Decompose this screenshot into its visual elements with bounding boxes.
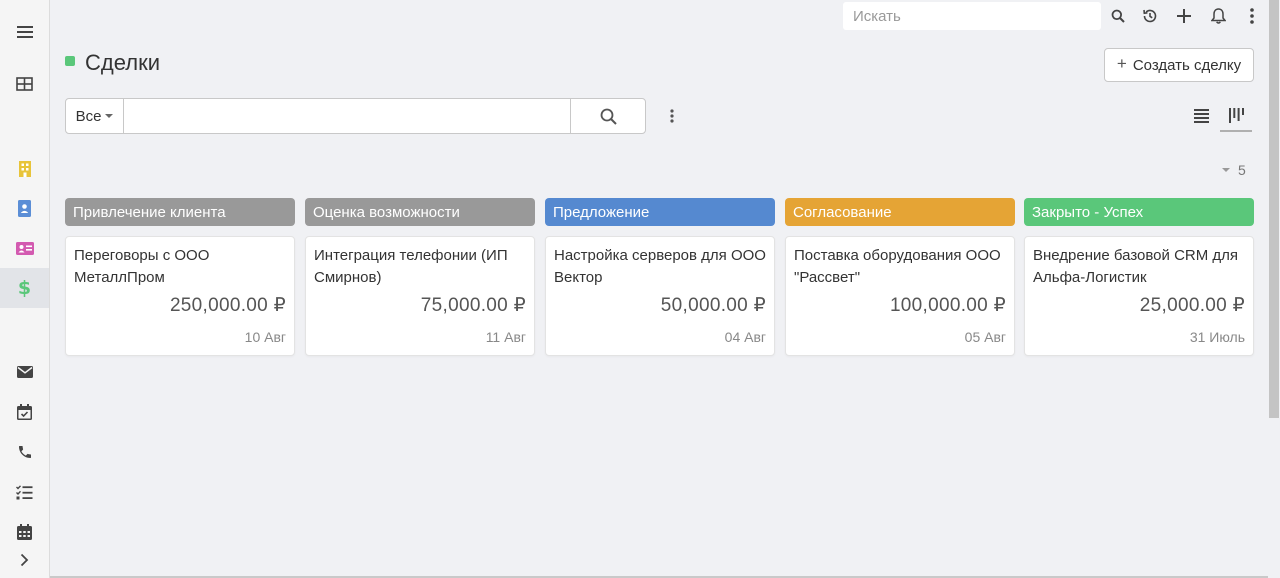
sidebar-item-tasks[interactable]	[0, 472, 49, 512]
deal-amount: 250,000.00 ₽	[169, 295, 286, 316]
create-deal-label: Создать сделку	[1132, 56, 1242, 74]
deal-date: 05 Авг	[964, 329, 1006, 345]
total-count-value: 5	[1238, 162, 1246, 178]
deal-card[interactable]: Поставка оборудования ООО "Рассвет" 100,…	[785, 236, 1015, 356]
dollar-icon: $	[17, 277, 32, 299]
deal-amount: 75,000.00 ₽	[420, 295, 526, 316]
filter-preset-value: Все	[75, 107, 102, 125]
kanban-column: Привлечение клиента Переговоры с ООО Мет…	[65, 198, 295, 356]
sidebar-item-contacts[interactable]	[0, 188, 49, 228]
deal-date: 11 Авг	[485, 329, 526, 345]
calendar-icon	[17, 524, 32, 540]
page-header: Сделки	[65, 50, 160, 76]
column-header[interactable]: Закрыто - Успех	[1024, 198, 1254, 226]
filter-actions-button[interactable]	[662, 106, 682, 126]
deal-card[interactable]: Настройка серверов для ООО Вектор 50,000…	[545, 236, 775, 356]
recently-viewed-button[interactable]	[1137, 4, 1163, 28]
envelope-icon	[16, 366, 33, 378]
total-count: 5	[1222, 162, 1246, 178]
search-icon	[600, 108, 617, 125]
kanban-column: Согласование Поставка оборудования ООО "…	[785, 198, 1015, 356]
column-header[interactable]: Предложение	[545, 198, 775, 226]
search-icon	[1111, 9, 1125, 23]
deal-title[interactable]: Интеграция телефонии (ИП Смирнов)	[314, 245, 526, 289]
create-deal-button[interactable]: + Создать сделку	[1104, 48, 1254, 82]
deal-title[interactable]: Поставка оборудования ООО "Рассвет"	[794, 245, 1006, 289]
vertical-scrollbar[interactable]	[1268, 0, 1280, 578]
tasks-icon	[16, 484, 33, 499]
chevron-right-icon	[20, 553, 29, 567]
history-icon	[1143, 9, 1157, 23]
bell-icon	[1210, 8, 1226, 24]
page-title: Сделки	[85, 50, 160, 75]
deal-title[interactable]: Внедрение базовой CRM для Альфа-Логистик	[1033, 245, 1245, 289]
sidebar-item-meetings[interactable]	[0, 392, 49, 432]
more-vertical-icon	[1250, 8, 1254, 24]
deal-card[interactable]: Переговоры с ООО МеталлПром 250,000.00 ₽…	[65, 236, 295, 356]
sidebar-item-dashboard[interactable]	[0, 64, 49, 104]
title-color-marker	[65, 56, 75, 66]
search-button[interactable]	[570, 99, 645, 133]
deal-card[interactable]: Внедрение базовой CRM для Альфа-Логистик…	[1024, 236, 1254, 356]
global-search-input[interactable]	[843, 2, 1101, 30]
deal-amount: 25,000.00 ₽	[1139, 295, 1245, 316]
list-icon	[1193, 109, 1209, 123]
deal-date: 04 Авг	[724, 329, 766, 345]
sidebar-item-email[interactable]	[0, 352, 49, 392]
phone-icon	[18, 446, 31, 458]
sidebar-item-calls[interactable]	[0, 432, 49, 472]
sidebar-item-leads[interactable]	[0, 228, 49, 268]
collapse-caret-icon[interactable]	[1222, 168, 1230, 172]
quick-create-button[interactable]	[1171, 4, 1197, 28]
kanban-column: Оценка возможности Интеграция телефонии …	[305, 198, 535, 356]
menu-icon	[16, 26, 33, 38]
sidebar-item-deals[interactable]: $	[0, 268, 49, 308]
deal-title[interactable]: Настройка серверов для ООО Вектор	[554, 245, 766, 289]
search-input[interactable]	[124, 99, 570, 133]
deal-card[interactable]: Интеграция телефонии (ИП Смирнов) 75,000…	[305, 236, 535, 356]
deal-date: 31 Июль	[1189, 329, 1245, 345]
deal-amount: 100,000.00 ₽	[889, 295, 1006, 316]
kanban-column: Предложение Настройка серверов для ООО В…	[545, 198, 775, 356]
deal-amount: 50,000.00 ₽	[660, 295, 766, 316]
sidebar-expand-button[interactable]	[0, 540, 49, 578]
deal-date: 10 Авг	[244, 329, 286, 345]
plus-icon: +	[1116, 54, 1127, 73]
grid-icon	[16, 77, 33, 91]
search-filter-bar: Все	[65, 98, 646, 134]
caret-down-icon	[105, 114, 114, 118]
kanban-column: Закрыто - Успех Внедрение базовой CRM дл…	[1024, 198, 1254, 356]
list-view-button[interactable]	[1186, 100, 1216, 132]
id-card-icon	[15, 241, 34, 255]
building-icon	[18, 160, 31, 177]
notifications-button[interactable]	[1205, 4, 1231, 28]
calendar-check-icon	[17, 404, 32, 420]
column-header[interactable]: Привлечение клиента	[65, 198, 295, 226]
global-search-button[interactable]	[1105, 4, 1131, 28]
more-vertical-icon	[670, 109, 674, 123]
kanban-icon	[1228, 107, 1244, 123]
menu-toggle-button[interactable]	[0, 12, 49, 52]
column-header[interactable]: Оценка возможности	[305, 198, 535, 226]
sidebar: $	[0, 0, 50, 578]
deal-title[interactable]: Переговоры с ООО МеталлПром	[74, 245, 286, 289]
contact-book-icon	[18, 199, 31, 217]
plus-icon	[1177, 9, 1191, 23]
sidebar-item-accounts[interactable]	[0, 148, 49, 188]
filter-preset-select[interactable]: Все	[66, 99, 124, 133]
kanban-view-button[interactable]	[1220, 100, 1252, 132]
menu-more-button[interactable]	[1239, 4, 1265, 28]
scrollbar-thumb[interactable]	[1269, 0, 1279, 418]
column-header[interactable]: Согласование	[785, 198, 1015, 226]
